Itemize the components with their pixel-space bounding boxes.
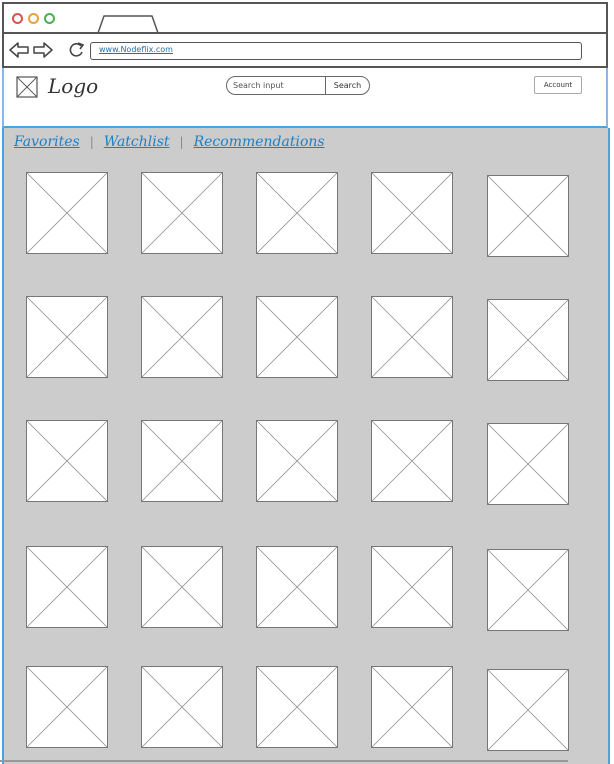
media-thumbnail[interactable] — [487, 669, 569, 751]
image-placeholder-icon — [142, 547, 222, 627]
image-placeholder-icon — [257, 547, 337, 627]
media-thumbnail[interactable] — [26, 546, 108, 628]
media-thumbnail[interactable] — [371, 172, 453, 254]
browser-titlebar — [2, 2, 608, 34]
page-header: Logo Search Account — [2, 68, 608, 128]
media-thumbnail[interactable] — [371, 296, 453, 378]
category-tabs: Favorites | Watchlist | Recommendations — [14, 134, 325, 150]
search-button[interactable]: Search — [325, 76, 369, 94]
tab-separator: | — [89, 135, 94, 149]
media-thumbnail[interactable] — [141, 666, 223, 748]
media-thumbnail[interactable] — [487, 549, 569, 631]
media-thumbnail[interactable] — [487, 175, 569, 257]
image-placeholder-icon — [142, 297, 222, 377]
media-thumbnail[interactable] — [371, 546, 453, 628]
image-placeholder-icon — [27, 667, 107, 747]
media-thumbnail[interactable] — [371, 420, 453, 502]
browser-tab[interactable] — [96, 14, 162, 34]
browser-navbar: www.Nodeflix.com — [2, 32, 608, 68]
image-placeholder-icon — [488, 670, 568, 750]
back-arrow-icon[interactable] — [8, 40, 30, 60]
image-placeholder-icon — [257, 297, 337, 377]
media-thumbnail[interactable] — [256, 420, 338, 502]
image-placeholder-icon — [257, 667, 337, 747]
image-placeholder-icon — [488, 300, 568, 380]
media-thumbnail[interactable] — [256, 296, 338, 378]
image-placeholder-icon — [372, 421, 452, 501]
logo-text[interactable]: Logo — [48, 74, 98, 98]
forward-arrow-icon[interactable] — [32, 40, 54, 60]
media-thumbnail[interactable] — [26, 420, 108, 502]
image-placeholder-icon — [142, 173, 222, 253]
media-thumbnail[interactable] — [141, 172, 223, 254]
media-thumbnail[interactable] — [26, 172, 108, 254]
image-placeholder-icon — [372, 297, 452, 377]
account-button[interactable]: Account — [534, 76, 582, 94]
main-content: Favorites | Watchlist | Recommendations — [2, 128, 610, 764]
media-thumbnail[interactable] — [487, 299, 569, 381]
image-placeholder-icon — [372, 547, 452, 627]
image-placeholder-icon — [27, 421, 107, 501]
image-placeholder-icon — [488, 424, 568, 504]
url-text[interactable]: www.Nodeflix.com — [99, 45, 173, 54]
address-bar[interactable]: www.Nodeflix.com — [90, 42, 582, 60]
image-placeholder-icon — [488, 550, 568, 630]
media-thumbnail[interactable] — [26, 666, 108, 748]
media-thumbnail[interactable] — [141, 546, 223, 628]
logo-image-placeholder-icon — [16, 76, 38, 98]
maximize-window-icon[interactable] — [44, 13, 55, 24]
media-thumbnail[interactable] — [256, 666, 338, 748]
media-thumbnail[interactable] — [141, 420, 223, 502]
media-thumbnail[interactable] — [256, 546, 338, 628]
image-placeholder-icon — [488, 176, 568, 256]
tab-watchlist[interactable]: Watchlist — [104, 134, 170, 150]
image-placeholder-icon — [27, 173, 107, 253]
media-thumbnail[interactable] — [26, 296, 108, 378]
close-window-icon[interactable] — [12, 13, 23, 24]
reload-icon[interactable] — [66, 40, 88, 60]
media-thumbnail[interactable] — [141, 296, 223, 378]
image-placeholder-icon — [372, 173, 452, 253]
search-group: Search — [226, 76, 370, 95]
tab-favorites[interactable]: Favorites — [14, 134, 80, 150]
minimize-window-icon[interactable] — [28, 13, 39, 24]
media-thumbnail[interactable] — [487, 423, 569, 505]
image-placeholder-icon — [142, 667, 222, 747]
image-placeholder-icon — [372, 667, 452, 747]
image-placeholder-icon — [257, 421, 337, 501]
tab-separator: | — [179, 135, 184, 149]
image-placeholder-icon — [27, 297, 107, 377]
page-bottom-edge — [0, 760, 568, 762]
search-input[interactable] — [227, 77, 325, 93]
media-thumbnail[interactable] — [371, 666, 453, 748]
image-placeholder-icon — [27, 547, 107, 627]
media-thumbnail[interactable] — [256, 172, 338, 254]
image-placeholder-icon — [142, 421, 222, 501]
image-placeholder-icon — [257, 173, 337, 253]
tab-recommendations[interactable]: Recommendations — [194, 134, 325, 150]
